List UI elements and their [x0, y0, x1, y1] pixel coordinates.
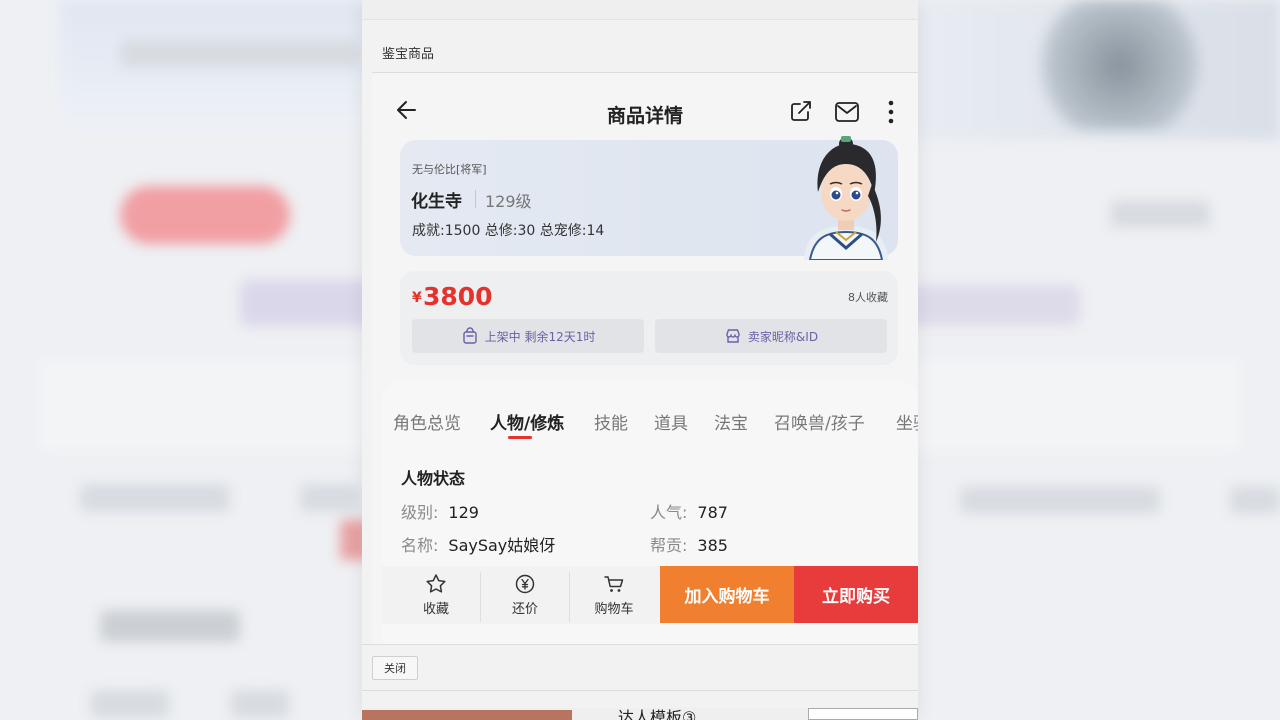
- divider: [362, 690, 918, 691]
- cart-button[interactable]: 购物车: [570, 566, 658, 624]
- character-school: 化生寺: [411, 192, 462, 212]
- character-level: 129级: [485, 192, 532, 211]
- field-popularity: 人气: 787: [650, 499, 728, 523]
- field-key: 名称:: [401, 536, 439, 555]
- bargain-button[interactable]: 还价: [481, 566, 569, 624]
- bg-bar: [230, 690, 290, 718]
- character-avatar: [804, 136, 888, 260]
- field-key: 帮贡:: [650, 536, 688, 555]
- bargain-label: 还价: [511, 602, 538, 617]
- divider: [362, 644, 918, 645]
- close-button[interactable]: 关闭: [372, 656, 418, 680]
- section-title: 人物状态: [401, 469, 466, 488]
- field-value: SaySay姑娘伢: [448, 536, 556, 555]
- bg-bar: [90, 690, 170, 718]
- character-stats: 成就:1500 总修:30 总宠修:14: [412, 223, 605, 239]
- share-icon[interactable]: [789, 99, 813, 123]
- bg-bar: [120, 40, 360, 68]
- bg-bar: [100, 610, 240, 642]
- price-card: ¥ 3800 8人收藏 上架中 剩余12天1时 卖家昵称&ID: [400, 271, 898, 365]
- bg-card: [910, 360, 1240, 450]
- peek-box: [808, 708, 918, 720]
- character-card: 无与伦比[将军] 化生寺 129级 成就:1500 总修:30 总宠修:14: [400, 136, 898, 260]
- tab-skills[interactable]: 技能: [594, 409, 628, 434]
- action-bar: 收藏 还价 购物车 加入购物车 立即购买: [382, 566, 918, 624]
- modal-title: 鉴宝商品: [382, 47, 435, 62]
- bg-card: [40, 360, 370, 450]
- tab-items[interactable]: 道具: [654, 409, 688, 434]
- tab-treasures[interactable]: 法宝: [714, 409, 748, 434]
- cart-icon: [604, 576, 624, 592]
- price-amount: 3800: [423, 282, 493, 311]
- shopping-bag-icon: [462, 327, 477, 344]
- cart-label: 购物车: [594, 602, 634, 617]
- add-to-cart-button[interactable]: 加入购物车: [660, 566, 794, 623]
- tab-character-cultivation[interactable]: 人物/修炼: [490, 409, 564, 434]
- underlying-page-peek: 达人模板③: [362, 708, 918, 720]
- tab-pets-children[interactable]: 召唤兽/孩子: [774, 409, 865, 434]
- buy-now-button[interactable]: 立即购买: [794, 566, 918, 623]
- mail-icon[interactable]: [834, 101, 860, 123]
- title-badge: 无与伦比[将军]: [412, 163, 487, 176]
- tab-overview[interactable]: 角色总览: [393, 409, 461, 434]
- tab-mounts[interactable]: 坐骑: [896, 409, 918, 434]
- favorite-label: 收藏: [422, 602, 449, 617]
- field-key: 级别:: [401, 503, 439, 522]
- star-icon: [426, 574, 446, 593]
- field-name: 名称: SaySay姑娘伢: [401, 532, 555, 556]
- favorites-count: 8人收藏: [848, 291, 888, 304]
- app-view: 商品详情 无与伦比[将军] 化生寺 129级 成就:1500 总修:30 总宠修…: [372, 73, 918, 644]
- bg-avatar: [1020, 0, 1220, 130]
- modal-top-strip: [362, 0, 918, 20]
- peek-text: 达人模板③: [618, 708, 697, 720]
- field-value: 787: [697, 503, 728, 522]
- bg-purple-block: [890, 285, 1080, 325]
- favorite-button[interactable]: 收藏: [392, 566, 480, 624]
- seller-pill[interactable]: 卖家昵称&ID: [655, 319, 887, 353]
- field-key: 人气:: [650, 503, 688, 522]
- field-level: 级别: 129: [401, 499, 479, 523]
- peek-image: [362, 710, 572, 720]
- more-vertical-icon[interactable]: [886, 99, 896, 125]
- bg-bar: [80, 484, 230, 512]
- field-value: 385: [697, 536, 728, 555]
- bg-bar: [1110, 200, 1210, 228]
- yuan-coin-icon: [515, 574, 535, 594]
- bg-pill: [120, 186, 290, 244]
- bg-bar: [300, 484, 360, 512]
- store-icon: [726, 329, 740, 343]
- active-tab-indicator: [508, 436, 532, 439]
- field-contribution: 帮贡: 385: [650, 532, 728, 556]
- field-value: 129: [448, 503, 479, 522]
- bg-bar: [1230, 486, 1280, 514]
- currency-symbol: ¥: [412, 290, 422, 306]
- seller-label: 卖家昵称&ID: [747, 329, 819, 344]
- bg-bar: [960, 486, 1160, 514]
- listing-status-label: 上架中 剩余12天1时: [484, 329, 596, 344]
- divider: [475, 190, 476, 208]
- listing-status-pill[interactable]: 上架中 剩余12天1时: [412, 319, 644, 353]
- item-modal: 鉴宝商品 商品详情 无与伦比[将军] 化生寺 129级 成就:1500 总修:3…: [362, 0, 918, 720]
